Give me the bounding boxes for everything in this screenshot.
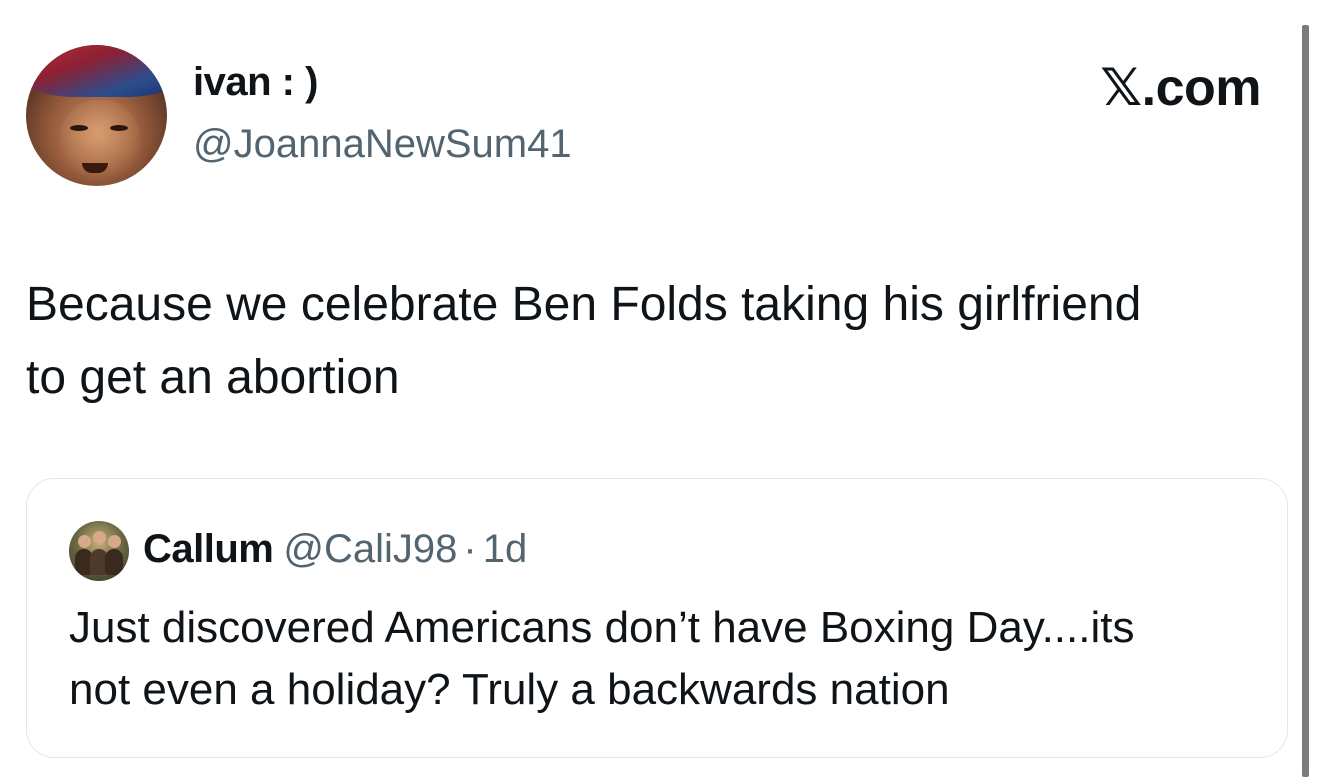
x-logo-label: 𝕏.com: [1100, 59, 1261, 117]
quoted-text-line: Just discovered Americans don’t have Box…: [69, 603, 1135, 652]
author-avatar[interactable]: [26, 45, 167, 186]
quoted-author-name[interactable]: Callum: [143, 527, 274, 571]
author-handle[interactable]: @JoannaNewSum41: [193, 122, 572, 166]
tweet-text-line: to get an abortion: [26, 351, 400, 404]
scrollbar[interactable]: [1302, 25, 1309, 777]
quoted-author-handle[interactable]: @CaliJ98: [283, 527, 457, 571]
quoted-author-avatar[interactable]: [69, 521, 129, 581]
author-display-name[interactable]: ivan : ): [193, 60, 318, 104]
quoted-tweet-text: Just discovered Americans don’t have Box…: [69, 597, 1269, 721]
quoted-tweet-card[interactable]: Callum @CaliJ98 · 1d Just discovered Americ…: [26, 478, 1288, 758]
avatar-eye-right: [110, 125, 128, 131]
quoted-tweet-time[interactable]: 1d: [483, 527, 528, 571]
avatar-eye-left: [70, 125, 88, 131]
avatar-person: [105, 549, 123, 575]
tweet-text: Because we celebrate Ben Folds taking hi…: [26, 268, 1286, 414]
quoted-text-line: not even a holiday? Truly a backwards na…: [69, 665, 950, 714]
avatar-head: [108, 535, 121, 548]
avatar-head: [78, 535, 91, 548]
separator-dot: ·: [463, 527, 477, 571]
avatar-cap: [26, 45, 167, 97]
tweet-text-line: Because we celebrate Ben Folds taking hi…: [26, 278, 1142, 331]
avatar-head: [93, 531, 106, 544]
quoted-tweet-header: Callum @CaliJ98 · 1d: [143, 527, 527, 571]
